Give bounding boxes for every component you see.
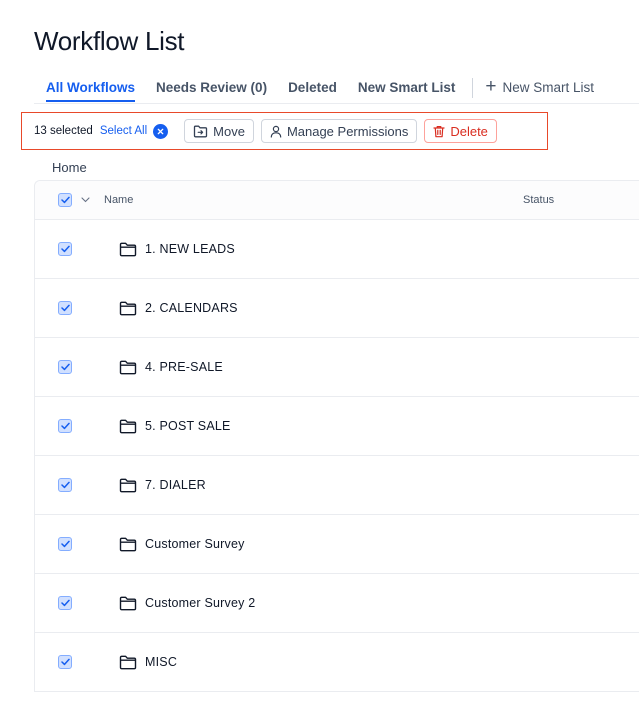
manage-permissions-button[interactable]: Manage Permissions [260, 119, 418, 143]
table-row[interactable]: Customer Survey 2 [35, 574, 639, 633]
tab-divider [472, 78, 474, 98]
folder-name[interactable]: Customer Survey 2 [145, 596, 255, 610]
user-icon [270, 125, 282, 138]
tabs-divider-line [34, 103, 639, 104]
folder-name[interactable]: 4. PRE-SALE [145, 360, 223, 374]
folder-name[interactable]: 1. NEW LEADS [145, 242, 235, 256]
delete-label: Delete [450, 123, 488, 139]
row-checkbox[interactable] [58, 596, 72, 610]
bulk-action-bar: 13 selected Select All Move Manage Permi… [21, 112, 548, 150]
folder-name[interactable]: 2. CALENDARS [145, 301, 238, 315]
trash-icon [433, 125, 445, 138]
selected-count: 13 selected [34, 125, 93, 137]
folder-move-icon [193, 125, 208, 138]
row-checkbox[interactable] [58, 301, 72, 315]
column-header-status[interactable]: Status [523, 194, 554, 206]
folder-icon [119, 537, 137, 552]
select-all-checkbox[interactable] [58, 193, 72, 207]
tab-new-smart-list[interactable]: New Smart List [358, 72, 456, 102]
tab-deleted[interactable]: Deleted [288, 72, 337, 102]
folder-name[interactable]: Customer Survey [145, 537, 245, 551]
breadcrumb[interactable]: Home [52, 160, 87, 175]
row-checkbox[interactable] [58, 360, 72, 374]
row-checkbox[interactable] [58, 478, 72, 492]
clear-selection-icon[interactable] [153, 123, 169, 139]
folder-icon [119, 478, 137, 493]
folder-name[interactable]: MISC [145, 655, 177, 669]
chevron-down-icon[interactable] [81, 197, 90, 203]
row-checkbox[interactable] [58, 537, 72, 551]
workflow-table: Name Status 1. NEW LEADS 2. CALENDARS 4.… [34, 180, 639, 692]
folder-icon [119, 596, 137, 611]
table-row[interactable]: MISC [35, 633, 639, 692]
row-checkbox[interactable] [58, 655, 72, 669]
tab-bar: All Workflows Needs Review (0) Deleted N… [34, 72, 594, 104]
tab-needs-review[interactable]: Needs Review (0) [156, 72, 267, 102]
folder-name[interactable]: 7. DIALER [145, 478, 206, 492]
table-row[interactable]: Customer Survey [35, 515, 639, 574]
tab-all-workflows[interactable]: All Workflows [46, 72, 136, 102]
folder-icon [119, 655, 137, 670]
page-title: Workflow List [34, 26, 185, 56]
table-row[interactable]: 4. PRE-SALE [35, 338, 639, 397]
plus-icon: + [485, 76, 497, 97]
select-all-link[interactable]: Select All [100, 125, 147, 137]
folder-icon [119, 242, 137, 257]
table-row[interactable]: 5. POST SALE [35, 397, 639, 456]
manage-permissions-label: Manage Permissions [286, 123, 409, 139]
row-checkbox[interactable] [58, 242, 72, 256]
delete-button[interactable]: Delete [424, 119, 497, 143]
table-header: Name Status [35, 181, 639, 220]
move-button[interactable]: Move [184, 119, 254, 143]
table-row[interactable]: 2. CALENDARS [35, 279, 639, 338]
table-row[interactable]: 7. DIALER [35, 456, 639, 515]
table-row[interactable]: 1. NEW LEADS [35, 220, 639, 279]
move-label: Move [213, 123, 245, 139]
folder-name[interactable]: 5. POST SALE [145, 419, 231, 433]
add-smart-list-button[interactable]: + New Smart List [485, 72, 594, 96]
folder-icon [119, 419, 137, 434]
add-smart-list-label: New Smart List [502, 79, 595, 95]
column-header-name[interactable]: Name [104, 194, 133, 206]
folder-icon [119, 301, 137, 316]
row-checkbox[interactable] [58, 419, 72, 433]
folder-icon [119, 360, 137, 375]
